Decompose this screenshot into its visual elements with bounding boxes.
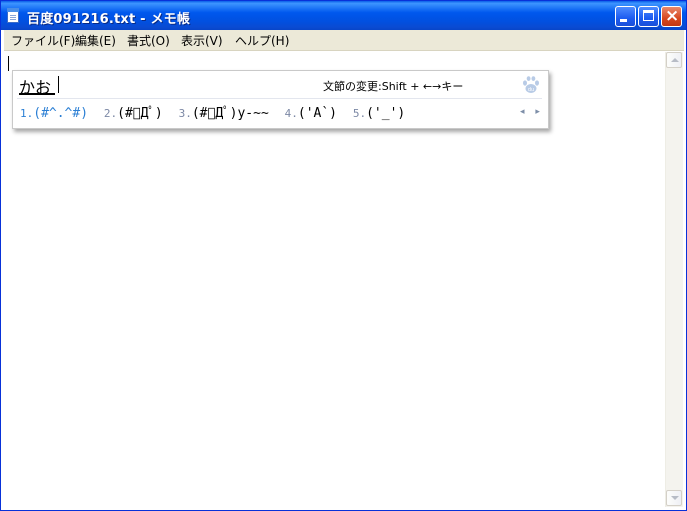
minimize-button[interactable] <box>615 6 636 27</box>
arrow-up-icon <box>671 58 679 62</box>
text-caret <box>8 56 9 71</box>
menu-edit[interactable]: 編集(E) <box>75 32 116 49</box>
window-title: 百度091216.txt - メモ帳 <box>27 12 191 27</box>
menu-help[interactable]: ヘルプ(H) <box>235 32 289 49</box>
minimize-icon <box>620 19 627 22</box>
close-icon: × <box>665 6 680 26</box>
scroll-up-button[interactable] <box>666 52 682 68</box>
candidate-1[interactable]: 1.(#^.^#) <box>20 106 88 121</box>
scroll-down-button[interactable] <box>666 490 682 506</box>
candidate-list: 1.(#^.^#) 2.(#ﾟДﾟ) 3.(#ﾟДﾟ)y-~~ 4.('A`) … <box>20 102 413 121</box>
composition-underline <box>19 93 55 95</box>
baidu-paw-icon[interactable]: du <box>521 75 541 95</box>
candidate-4[interactable]: 4.('A`) <box>285 106 337 121</box>
menu-bar: ファイル(F) 編集(E) 書式(O) 表示(V) ヘルプ(H) <box>4 30 684 51</box>
close-button[interactable]: × <box>661 6 682 27</box>
svg-text:du: du <box>528 87 534 93</box>
candidate-2[interactable]: 2.(#ﾟДﾟ) <box>104 102 163 121</box>
title-bar[interactable]: 百度091216.txt - メモ帳 × <box>1 1 686 30</box>
candidate-pager[interactable]: ◂ ▸ <box>520 107 544 117</box>
ime-candidate-window: かお 文節の変更:Shift + ←→キー du 1.(#^.^#) 2.(#ﾟ… <box>12 70 549 129</box>
menu-view[interactable]: 表示(V) <box>181 32 223 49</box>
menu-format[interactable]: 書式(O) <box>127 32 170 49</box>
ime-separator <box>17 98 542 99</box>
maximize-button[interactable] <box>638 6 659 27</box>
candidate-3[interactable]: 3.(#ﾟДﾟ)y-~~ <box>179 102 269 121</box>
ime-hint-text: 文節の変更:Shift + ←→キー <box>323 80 464 93</box>
maximize-icon <box>643 10 654 21</box>
vertical-scrollbar[interactable] <box>665 52 683 507</box>
arrow-down-icon <box>671 496 679 500</box>
notepad-icon[interactable] <box>7 8 19 23</box>
composition-caret <box>58 76 59 93</box>
candidate-5[interactable]: 5.('_') <box>353 106 405 121</box>
menu-file[interactable]: ファイル(F) <box>11 32 75 49</box>
